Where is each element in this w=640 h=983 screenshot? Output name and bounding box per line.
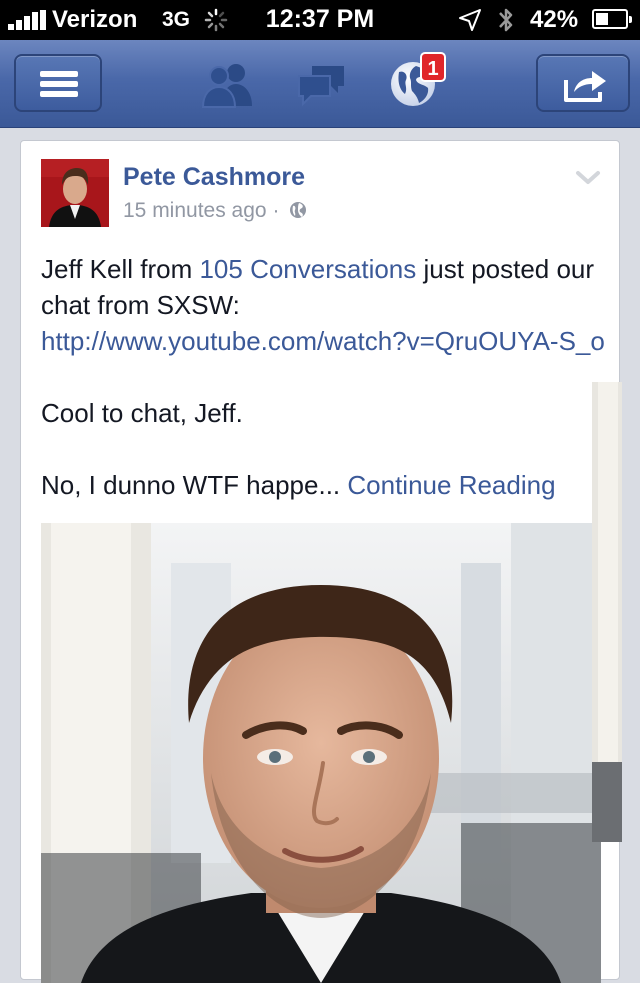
next-photo-peek[interactable] [592, 382, 622, 842]
battery-percent: 42% [530, 6, 579, 33]
battery-icon [592, 9, 632, 29]
post-truncated-text: No, I dunno WTF happe... [41, 470, 341, 500]
news-feed-story: Pete Cashmore 15 minutes ago · Jeff Kell… [20, 140, 620, 983]
share-button[interactable] [536, 54, 630, 112]
post-meta: 15 minutes ago · [123, 199, 307, 223]
facebook-nav-bar: 1 [0, 40, 640, 128]
portrait-image [41, 523, 601, 983]
friend-requests-icon[interactable] [200, 60, 256, 108]
page-link[interactable]: 105 Conversations [199, 254, 416, 284]
chevron-down-icon[interactable] [575, 169, 601, 187]
meta-separator: · [272, 199, 280, 222]
post-photo[interactable] [41, 523, 601, 983]
battery-level [596, 13, 608, 25]
profile-photo [41, 159, 109, 227]
menu-icon [40, 71, 78, 97]
location-arrow-icon [459, 9, 481, 31]
post-paragraph-3: No, I dunno WTF happe... Continue Readin… [41, 467, 607, 503]
next-photo-image [592, 382, 622, 842]
post-paragraph-2: Cool to chat, Jeff. [41, 398, 243, 428]
author-name[interactable]: Pete Cashmore [123, 163, 305, 192]
post-text-intro: Jeff Kell from [41, 254, 200, 284]
share-icon [564, 71, 606, 102]
youtube-link[interactable]: http://www.youtube.com/watch?v=QruOUYA-S… [41, 326, 605, 356]
post-paragraph-1: Jeff Kell from 105 Conversations just po… [41, 251, 607, 359]
messages-icon[interactable] [296, 62, 348, 108]
menu-button[interactable] [14, 54, 102, 112]
bluetooth-icon [499, 8, 513, 32]
notifications-badge: 1 [420, 52, 446, 82]
avatar[interactable] [41, 159, 109, 227]
status-bar: Verizon 3G 12:37 PM 42% [0, 0, 640, 40]
post-timestamp[interactable]: 15 minutes ago [123, 199, 267, 222]
post-text: Jeff Kell from 105 Conversations just po… [41, 251, 607, 539]
public-globe-icon [290, 202, 307, 218]
continue-reading-link[interactable]: Continue Reading [347, 470, 555, 500]
